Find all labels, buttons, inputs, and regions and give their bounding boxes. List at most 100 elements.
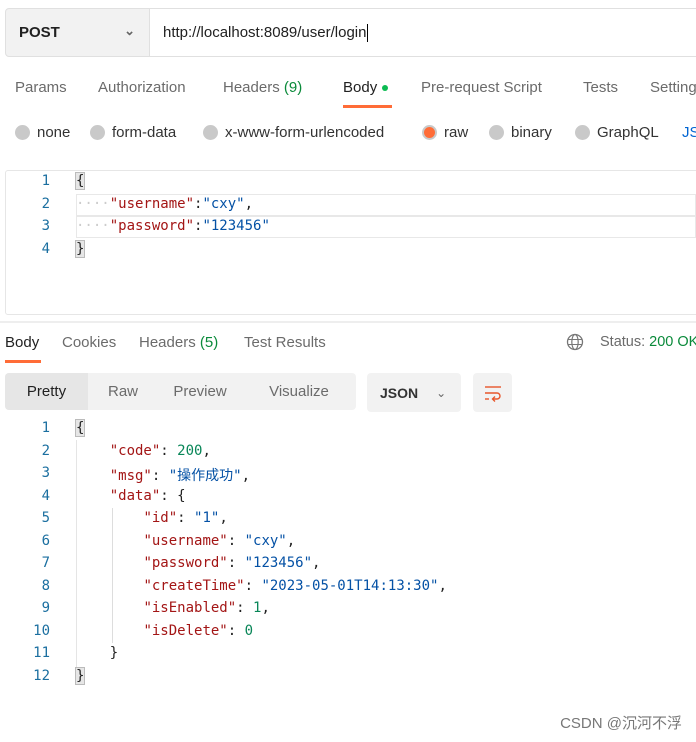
body-mode-label: raw [444, 124, 469, 141]
token: ···· [76, 218, 110, 234]
body-mode-label: none [37, 124, 71, 141]
token: "2023-05-01T14:13:30" [261, 577, 439, 594]
code-line: { [74, 419, 86, 437]
wrap-lines-button[interactable] [473, 373, 512, 412]
body-mode-label: form-data [112, 124, 177, 141]
method-select[interactable]: POST ⌄ [5, 8, 150, 57]
radio-icon [90, 125, 105, 140]
token: : [244, 577, 262, 594]
radio-icon [422, 125, 437, 140]
token: "1" [194, 510, 220, 526]
code-line: ····"username":"cxy", [76, 196, 253, 212]
token: { [74, 419, 86, 437]
tab-count: (5) [199, 334, 219, 351]
response-tab-body[interactable]: Body [5, 334, 39, 351]
body-mode-json[interactable]: JSON [682, 124, 696, 141]
token: , [219, 510, 228, 526]
view-mode-pretty[interactable]: Pretty [5, 373, 88, 410]
globe-icon[interactable] [566, 333, 584, 351]
token: "id" [143, 510, 178, 526]
view-mode-raw[interactable]: Raw [88, 373, 158, 410]
line-number: 12 [33, 667, 50, 684]
code-line: ····"password":"123456" [76, 218, 270, 234]
line-number: 9 [41, 600, 50, 616]
radio-icon [203, 125, 218, 140]
format-select[interactable]: JSON ⌄ [367, 373, 461, 412]
token: : { [160, 487, 186, 504]
tab-headers[interactable]: Headers (9) [223, 79, 302, 96]
body-set-indicator [382, 85, 389, 92]
view-mode-preview[interactable]: Preview [158, 373, 242, 410]
wrap-icon [484, 385, 501, 402]
body-mode-label: x-www-form-urlencoded [225, 124, 385, 141]
token: "cxy" [244, 532, 287, 549]
tab-body[interactable]: Body [343, 79, 389, 96]
token: "username" [143, 532, 228, 549]
view-mode-visualize[interactable]: Visualize [242, 373, 356, 410]
tab-label: Tests [583, 79, 619, 96]
code-line: } [76, 645, 118, 661]
tab-params[interactable]: Params [15, 79, 67, 96]
token: : [227, 622, 245, 639]
response-tab-cookies[interactable]: Cookies [62, 334, 116, 351]
tab-label: Headers [139, 334, 196, 351]
url-input[interactable]: http://localhost:8089/user/login [150, 8, 696, 57]
code-line: "data": { [76, 488, 186, 504]
line-number: 4 [41, 487, 50, 504]
body-mode-x-www-form-urlencoded[interactable]: x-www-form-urlencoded [203, 124, 384, 141]
token: 200 [177, 442, 203, 459]
tab-label: Headers [223, 79, 280, 96]
token: : [151, 468, 169, 484]
line-number: 1 [41, 420, 50, 436]
active-tab-underline [343, 105, 392, 108]
tab-label: Cookies [62, 334, 117, 351]
token: , [261, 600, 270, 616]
token: , [312, 555, 321, 571]
tab-label: Params [15, 79, 67, 96]
line-number: 2 [41, 442, 50, 459]
body-mode-binary[interactable]: binary [489, 124, 552, 141]
code-line: "isDelete": 0 [76, 623, 253, 639]
token: , [438, 577, 447, 594]
code-line: "password": "123456", [76, 555, 320, 571]
token: 0 [244, 622, 254, 639]
tab-tests[interactable]: Tests [583, 79, 618, 96]
token: "data" [109, 487, 161, 504]
body-mode-raw[interactable]: raw [422, 124, 468, 141]
line-number: 7 [41, 555, 50, 571]
tab-settings[interactable]: Settings [650, 79, 696, 96]
token: : [227, 555, 245, 571]
status-label: Status: [600, 334, 646, 350]
token: "password" [109, 218, 195, 234]
token: "isDelete" [143, 622, 228, 639]
tab-authorization[interactable]: Authorization [98, 79, 186, 96]
tab-label: Settings [650, 79, 696, 96]
request-body-editor[interactable] [5, 170, 696, 315]
response-tab-headers[interactable]: Headers (5) [139, 334, 218, 351]
body-mode-none[interactable]: none [15, 124, 70, 141]
tab-pre-request-script[interactable]: Pre-request Script [421, 79, 542, 96]
body-mode-form-data[interactable]: form-data [90, 124, 176, 141]
body-mode-graphql[interactable]: GraphQL [575, 124, 659, 141]
line-number: 2 [41, 195, 50, 212]
token: "msg" [109, 468, 152, 484]
method-value: POST [19, 24, 60, 41]
code-line: "username": "cxy", [76, 533, 295, 549]
code-line: "code": 200, [76, 443, 211, 459]
token: { [74, 172, 86, 190]
pane-divider[interactable] [0, 321, 696, 323]
radio-icon [575, 125, 590, 140]
token: "isEnabled" [143, 600, 237, 616]
tab-label: Authorization [98, 79, 186, 96]
token: "password" [143, 555, 228, 571]
token: "123456" [202, 218, 270, 234]
code-line: "msg": "操作成功", [76, 465, 250, 485]
line-number: 1 [41, 173, 50, 189]
response-tab-test-results[interactable]: Test Results [244, 334, 326, 351]
